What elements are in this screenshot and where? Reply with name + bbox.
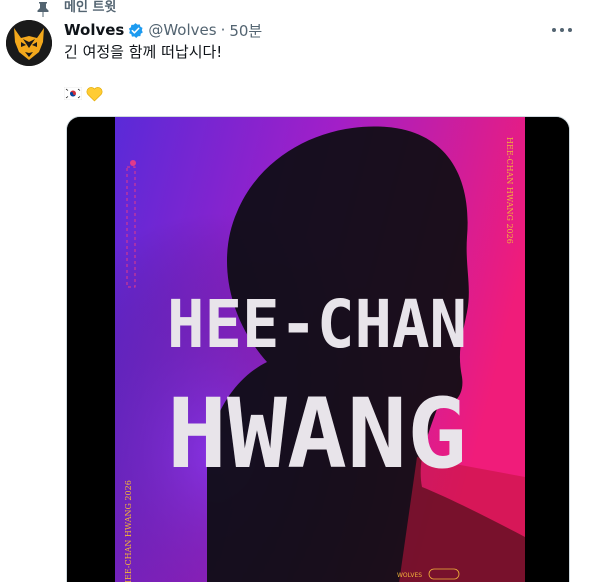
dot-1 [552, 28, 556, 32]
separator-dot: · [220, 21, 226, 39]
tweet-header: Wolves @Wolves · 50분 [64, 20, 262, 40]
pin-icon [37, 2, 49, 17]
dot-3 [568, 28, 572, 32]
pinned-label: 메인 트윗 [64, 0, 117, 15]
poster-footer-left: WOLVES [397, 572, 422, 579]
poster-title-line1: HEE-CHAN [167, 286, 467, 363]
poster-side-text-left: HEE-CHAN HWANG 2026 [124, 480, 133, 582]
pinned-tweet-indicator: 메인 트윗 [0, 0, 589, 18]
avatar[interactable] [6, 20, 52, 66]
more-options-icon[interactable] [552, 22, 572, 38]
poster-image: HEE-CHAN HWANG 2026 HEE-CHAN HWANG 2026 … [67, 117, 569, 582]
verified-badge-icon [129, 22, 144, 38]
dot-2 [560, 28, 564, 32]
yellow-heart-icon [86, 87, 103, 102]
timestamp[interactable]: 50분 [229, 20, 262, 41]
tweet-text: 긴 여정을 함께 떠납시다! [64, 43, 223, 61]
poster-side-text-right: HEE-CHAN HWANG 2026 [505, 137, 514, 244]
kr-flag-icon [64, 87, 82, 100]
poster-title-line2: HWANG [167, 378, 467, 490]
display-name[interactable]: Wolves [64, 21, 124, 39]
handle[interactable]: @Wolves [148, 21, 216, 39]
emoji-line [64, 84, 103, 102]
wolves-logo-icon [6, 20, 52, 66]
tweet-media-image[interactable]: HEE-CHAN HWANG 2026 HEE-CHAN HWANG 2026 … [66, 116, 570, 582]
